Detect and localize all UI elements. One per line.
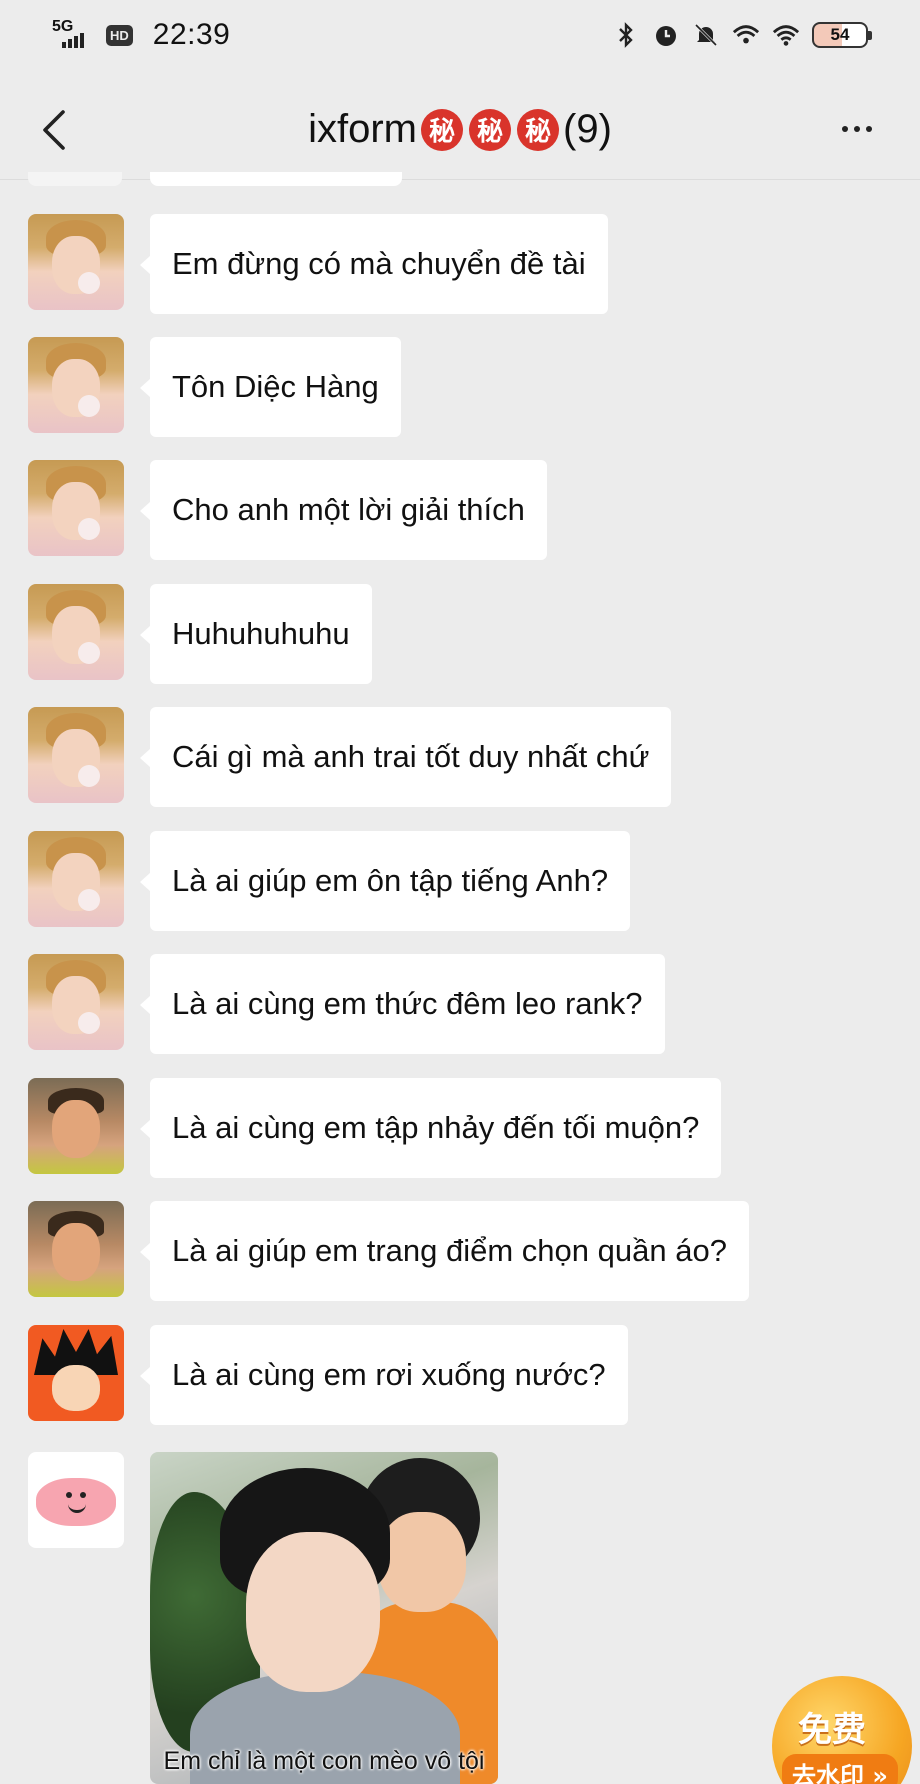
foreground-person-face [246,1532,380,1692]
sender-avatar[interactable] [28,1325,124,1421]
message-bubble[interactable]: Cái gì mà anh trai tốt duy nhất chứ [139,707,672,807]
mute-icon [692,21,720,49]
message-bubble[interactable]: Là ai cùng em rơi xuống nước? [140,1325,628,1425]
message-bubble[interactable]: Là ai cùng em thức đêm leo rank? [140,954,665,1054]
alarm-icon [652,21,680,49]
remove-watermark-promo[interactable]: 免费 去水印 » [772,1676,912,1784]
promo-remove-watermark-label: 去水印 » [782,1754,898,1784]
battery-level: 54 [830,25,850,44]
message-bubble[interactable]: Là ai giúp em ôn tập tiếng Anh? [139,831,631,931]
message-bubble[interactable]: Em đừng có mà chuyển đề tài [140,214,608,314]
sender-avatar[interactable] [28,584,124,680]
sender-avatar[interactable] [28,707,124,803]
secret-badge: 秘 [469,108,511,151]
sender-avatar[interactable] [28,214,124,310]
more-dot-icon [854,126,860,132]
sender-avatar[interactable] [28,831,124,927]
sender-avatar[interactable] [28,337,124,433]
sender-avatar[interactable] [28,1452,124,1548]
previous-avatar-peek [28,172,122,186]
status-time: 22:39 [152,18,231,51]
message-bubble[interactable]: Tôn Diệc Hàng [140,337,401,437]
chat-title-text: ixform [308,107,417,151]
hd-badge: HD [106,24,133,46]
promo-free-label: 免费 [798,1710,866,1750]
message-bubble[interactable]: Cho anh một lời giải thích [140,460,547,560]
chat-header: ixform 秘 秘 秘 (9) [0,80,920,180]
secret-badge: 秘 [421,108,463,151]
network-indicator: 5G [52,18,90,50]
message-bubble[interactable]: Huhuhuhuhu [140,584,372,684]
status-bar: 5G HD 22:39 54 [0,0,920,70]
image-caption: Em chỉ là một con mèo vô tội [163,1746,485,1775]
chat-title: ixform 秘 秘 秘 (9) [308,107,612,152]
status-right: 54 [612,21,872,49]
sender-avatar[interactable] [28,1078,124,1174]
member-count: (9) [563,107,612,151]
bluetooth-icon [612,21,640,49]
more-dot-icon [866,126,872,132]
sender-avatar[interactable] [28,460,124,556]
message-bubble[interactable]: Là ai cùng em tập nhảy đến tối muộn? [139,1078,722,1178]
more-options-button[interactable] [832,114,882,144]
message-bubble[interactable]: Là ai giúp em trang điểm chọn quần áo? [140,1201,749,1301]
wifi-plus-icon [732,21,760,49]
sender-avatar[interactable] [28,954,124,1050]
back-button[interactable] [28,102,78,158]
sender-avatar[interactable] [28,1201,124,1297]
secret-badge: 秘 [517,108,559,151]
image-message[interactable]: Em chỉ là một con mèo vô tội [150,1452,498,1784]
battery-icon: 54 [812,22,872,48]
status-left: 5G HD 22:39 [52,18,230,52]
more-dot-icon [842,126,848,132]
wifi-icon [772,21,800,49]
network-label: 5G [52,18,74,35]
pig-icon [36,1478,116,1526]
signal-bars-icon [62,33,84,48]
background-person-face [378,1512,466,1612]
previous-bubble-peek [150,172,402,186]
back-arrow-icon [43,110,65,150]
